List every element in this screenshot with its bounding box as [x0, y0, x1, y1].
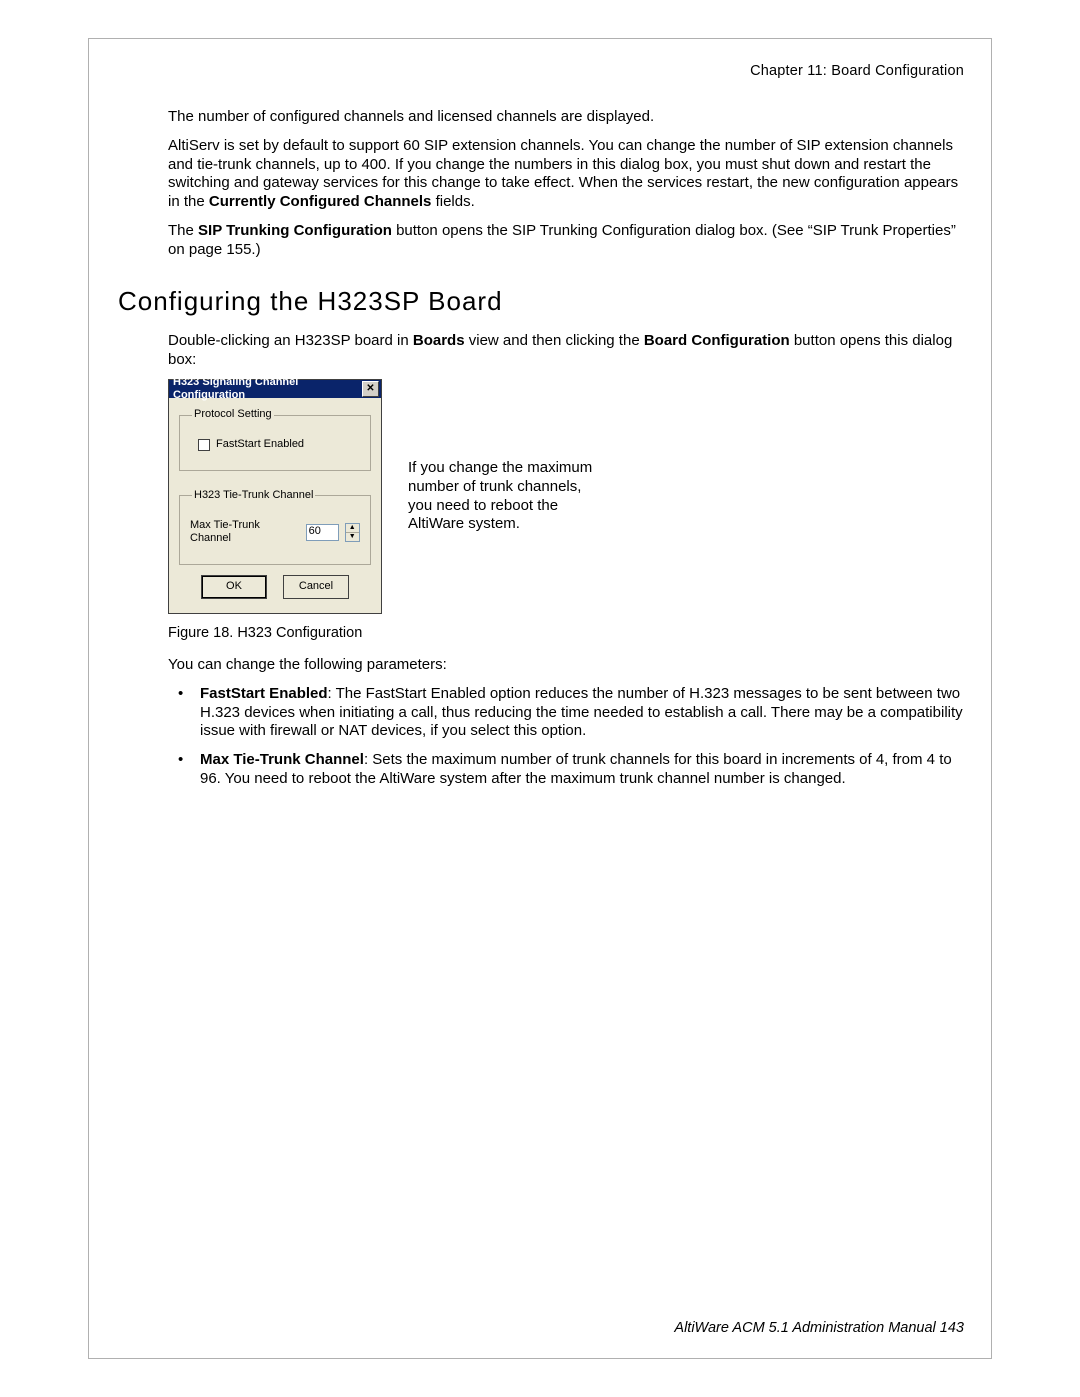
spin-up-icon[interactable]: ▲	[346, 524, 359, 533]
running-head: Chapter 11: Board Configuration	[750, 62, 964, 80]
intro-p2: AltiServ is set by default to support 60…	[168, 137, 972, 212]
section-p1-a: Double-clicking an H323SP board in	[168, 332, 413, 349]
cancel-button[interactable]: Cancel	[283, 575, 349, 599]
dialog-titlebar: H323 Signaling Channel Configuration ✕	[169, 380, 381, 398]
section-p1-b: Boards	[413, 332, 465, 349]
section-p1-d: Board Configuration	[644, 332, 790, 349]
after-p1: You can change the following parameters:	[168, 656, 972, 675]
bullet-faststart: FastStart Enabled: The FastStart Enabled…	[200, 685, 972, 741]
footer: AltiWare ACM 5.1 Administration Manual 1…	[674, 1319, 964, 1337]
dialog-body: Protocol Setting FastStart Enabled H323 …	[169, 398, 381, 613]
section-title: Configuring the H323SP Board	[118, 285, 972, 318]
group-protocol-legend: Protocol Setting	[192, 408, 274, 422]
faststart-label: FastStart Enabled	[216, 438, 304, 452]
max-tie-label: Max Tie-Trunk Channel	[190, 519, 300, 547]
group-protocol: Protocol Setting FastStart Enabled	[179, 408, 371, 471]
intro-p2-b: Currently Configured Channels	[209, 193, 432, 210]
ok-button[interactable]: OK	[201, 575, 267, 599]
figure-wrap: H323 Signaling Channel Configuration ✕ P…	[168, 379, 972, 614]
bullet-maxtie: Max Tie-Trunk Channel: Sets the maximum …	[200, 751, 972, 789]
intro-p1: The number of configured channels and li…	[168, 108, 972, 127]
dialog-button-row: OK Cancel	[179, 575, 371, 599]
checkbox-icon[interactable]	[198, 439, 210, 451]
section-p1-c: view and then clicking the	[465, 332, 644, 349]
dialog-title: H323 Signaling Channel Configuration	[173, 376, 362, 404]
bullet-list: FastStart Enabled: The FastStart Enabled…	[168, 685, 972, 789]
page: Chapter 11: Board Configuration The numb…	[0, 0, 1080, 1397]
max-tie-input[interactable]: 60	[306, 524, 339, 541]
intro-p2-c: fields.	[431, 193, 474, 210]
intro-p3-b: SIP Trunking Configuration	[198, 222, 392, 239]
group-tie: H323 Tie-Trunk Channel Max Tie-Trunk Cha…	[179, 489, 371, 565]
figure-caption: Figure 18. H323 Configuration	[168, 624, 972, 642]
h323-dialog: H323 Signaling Channel Configuration ✕ P…	[168, 379, 382, 614]
intro-p3-a: The	[168, 222, 198, 239]
page-body: The number of configured channels and li…	[118, 108, 972, 799]
section-p1: Double-clicking an H323SP board in Board…	[168, 332, 972, 370]
bullet1-bold: FastStart Enabled	[200, 685, 328, 702]
spin-down-icon[interactable]: ▼	[346, 533, 359, 541]
spin-buttons: ▲ ▼	[345, 523, 360, 542]
intro-p3: The SIP Trunking Configuration button op…	[168, 222, 972, 260]
group-tie-legend: H323 Tie-Trunk Channel	[192, 489, 315, 503]
side-note: If you change the maximum number of trun…	[408, 459, 608, 534]
bullet2-bold: Max Tie-Trunk Channel	[200, 751, 364, 768]
close-icon[interactable]: ✕	[362, 381, 379, 397]
max-tie-row: Max Tie-Trunk Channel 60 ▲ ▼	[190, 519, 360, 547]
faststart-row[interactable]: FastStart Enabled	[198, 438, 360, 452]
footer-text: AltiWare ACM 5.1 Administration Manual 1…	[674, 1320, 964, 1336]
